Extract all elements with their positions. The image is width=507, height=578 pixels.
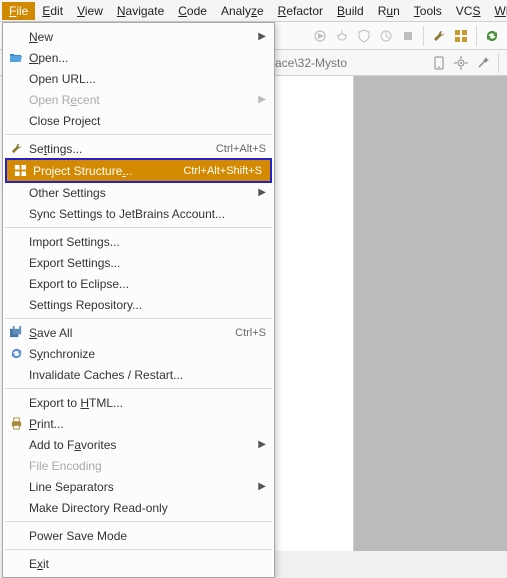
debug-icon[interactable]: [333, 27, 351, 45]
separator-icon: [5, 134, 272, 135]
menubar-navigate[interactable]: Navigate: [110, 2, 171, 20]
blank-icon: [7, 394, 25, 412]
menu-sync-settings[interactable]: Sync Settings to JetBrains Account...: [3, 203, 274, 224]
menu-print[interactable]: Print...: [3, 413, 274, 434]
menu-settings[interactable]: Settings... Ctrl+Alt+S: [3, 138, 274, 159]
blank-icon: [7, 436, 25, 454]
file-menu-dropdown: New ▶ Open... Open URL... Open Recent ▶ …: [2, 22, 275, 578]
submenu-arrow-icon: ▶: [248, 94, 266, 105]
menu-other-settings[interactable]: Other Settings ▶: [3, 182, 274, 203]
blank-icon: [7, 457, 25, 475]
shortcut-label: Ctrl+Alt+S: [206, 143, 266, 155]
menu-invalidate-caches[interactable]: Invalidate Caches / Restart...: [3, 364, 274, 385]
submenu-arrow-icon: ▶: [248, 187, 266, 198]
project-structure-icon: [11, 162, 29, 180]
blank-icon: [7, 499, 25, 517]
sync-icon[interactable]: [483, 27, 501, 45]
menubar-file[interactable]: File: [2, 2, 35, 20]
separator-icon: [5, 388, 272, 389]
right-panel: [354, 76, 507, 551]
menu-export-eclipse[interactable]: Export to Eclipse...: [3, 273, 274, 294]
menu-power-save[interactable]: Power Save Mode: [3, 525, 274, 546]
blank-icon: [7, 366, 25, 384]
blank-icon: [7, 233, 25, 251]
submenu-arrow-icon: ▶: [248, 439, 266, 450]
menu-import-settings[interactable]: Import Settings...: [3, 231, 274, 252]
menu-export-html[interactable]: Export to HTML...: [3, 392, 274, 413]
blank-icon: [7, 184, 25, 202]
wrench-icon[interactable]: [430, 27, 448, 45]
menu-new[interactable]: New ▶: [3, 26, 274, 47]
stop-icon[interactable]: [399, 27, 417, 45]
menu-project-structure[interactable]: Project Structure... Ctrl+Alt+Shift+S: [7, 160, 270, 181]
blank-icon: [7, 254, 25, 272]
print-icon: [7, 415, 25, 433]
blank-icon: [7, 555, 25, 573]
wrench-icon: [7, 140, 25, 158]
menubar-window[interactable]: Wi: [487, 2, 507, 20]
menu-save-all[interactable]: Save All Ctrl+S: [3, 322, 274, 343]
menu-line-separators[interactable]: Line Separators ▶: [3, 476, 274, 497]
menu-synchronize[interactable]: Synchronize: [3, 343, 274, 364]
menubar-vcs[interactable]: VCS: [449, 2, 488, 20]
menu-add-favorites[interactable]: Add to Favorites ▶: [3, 434, 274, 455]
menubar-build[interactable]: Build: [330, 2, 371, 20]
shortcut-label: Ctrl+Alt+Shift+S: [173, 165, 262, 177]
menu-close-project[interactable]: Close Project: [3, 110, 274, 131]
blank-icon: [7, 28, 25, 46]
menu-export-settings[interactable]: Export Settings...: [3, 252, 274, 273]
separator-icon: [5, 227, 272, 228]
menubar-analyze[interactable]: Analyze: [214, 2, 271, 20]
blank-icon: [7, 478, 25, 496]
focus-icon[interactable]: [452, 54, 470, 72]
separator-icon: [5, 549, 272, 550]
menu-open-recent: Open Recent ▶: [3, 89, 274, 110]
device-icon[interactable]: [430, 54, 448, 72]
submenu-arrow-icon: ▶: [248, 481, 266, 492]
menu-open-url[interactable]: Open URL...: [3, 68, 274, 89]
separator-icon: [5, 521, 272, 522]
menubar: File Edit View Navigate Code Analyze Ref…: [0, 0, 507, 22]
run-icon[interactable]: [311, 27, 329, 45]
folder-open-icon: [7, 49, 25, 67]
menu-settings-repository[interactable]: Settings Repository...: [3, 294, 274, 315]
menu-exit[interactable]: Exit: [3, 553, 274, 574]
wand-icon[interactable]: [474, 54, 492, 72]
menubar-edit[interactable]: Edit: [35, 2, 70, 20]
menubar-view[interactable]: View: [70, 2, 110, 20]
separator-icon: [423, 26, 424, 46]
menu-open[interactable]: Open...: [3, 47, 274, 68]
blank-icon: [7, 91, 25, 109]
breadcrumb-fragment: ace\32-Mysto: [275, 50, 347, 75]
coverage-icon[interactable]: [355, 27, 373, 45]
separator-icon: [498, 53, 499, 73]
blank-icon: [7, 112, 25, 130]
submenu-arrow-icon: ▶: [248, 31, 266, 42]
project-structure-icon[interactable]: [452, 27, 470, 45]
profile-icon[interactable]: [377, 27, 395, 45]
menu-file-encoding: File Encoding: [3, 455, 274, 476]
sync-icon: [7, 345, 25, 363]
blank-icon: [7, 275, 25, 293]
blank-icon: [7, 70, 25, 88]
menubar-code[interactable]: Code: [171, 2, 214, 20]
menubar-tools[interactable]: Tools: [407, 2, 449, 20]
menubar-run[interactable]: Run: [371, 2, 407, 20]
blank-icon: [7, 527, 25, 545]
menu-make-readonly[interactable]: Make Directory Read-only: [3, 497, 274, 518]
separator-icon: [5, 318, 272, 319]
shortcut-label: Ctrl+S: [225, 327, 266, 339]
blank-icon: [7, 205, 25, 223]
separator-icon: [476, 26, 477, 46]
save-all-icon: [7, 324, 25, 342]
blank-icon: [7, 296, 25, 314]
menubar-refactor[interactable]: Refactor: [271, 2, 330, 20]
